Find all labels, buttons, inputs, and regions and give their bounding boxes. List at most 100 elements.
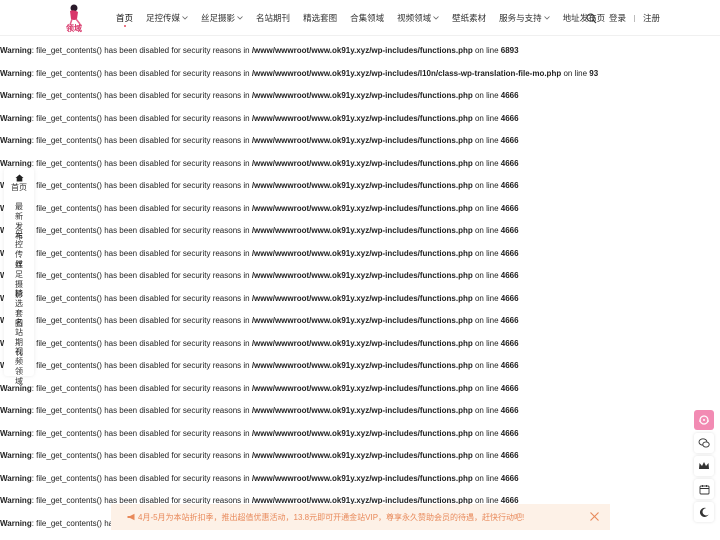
customer-service-button[interactable]: [694, 410, 714, 430]
warning-on-line: on line: [472, 316, 501, 325]
warning-file-path: /www/wwwroot/www.ok91y.xyz/wp-includes/f…: [251, 361, 473, 370]
warning-on-line: on line: [472, 226, 501, 235]
warning-file-path: /www/wwwroot/www.ok91y.xyz/wp-includes/f…: [251, 383, 473, 393]
warning-message: : file_get_contents() has been disabled …: [31, 451, 252, 460]
php-warning-list: Warning: file_get_contents() has been di…: [0, 40, 720, 535]
warning-message: : file_get_contents() has been disabled …: [31, 248, 252, 258]
nav-label: 名站期刊: [256, 13, 291, 23]
chevron-down-icon: [237, 16, 243, 20]
nav-item-collections[interactable]: 合集领域: [350, 12, 384, 24]
nav-item-support[interactable]: 服务与支持: [499, 12, 550, 24]
warning-message: : file_get_contents() has been disabled …: [31, 473, 252, 483]
php-warning-line: Warning: file_get_contents() has been di…: [0, 40, 720, 63]
warning-on-line: on line: [472, 428, 501, 438]
nav-label: 合集领域: [350, 13, 385, 23]
warning-message: : file_get_contents() has been disabled …: [31, 181, 252, 190]
php-warning-line: Warning: file_get_contents() has been di…: [0, 288, 720, 311]
warning-line-number: 4666: [500, 136, 519, 145]
chevron-down-icon: [543, 16, 550, 20]
warning-line-number: 4666: [500, 181, 519, 190]
warning-message: : file_get_contents() has been disabled …: [31, 271, 252, 280]
warning-message: : file_get_contents() has been disabled …: [31, 383, 252, 393]
side-nav-videos[interactable]: 视频领域: [4, 347, 34, 387]
nav-item-home[interactable]: 首页: [116, 12, 134, 27]
warning-line-number: 4666: [500, 203, 519, 213]
warning-line-number: 4666: [500, 293, 519, 303]
warning-on-line: on line: [472, 473, 501, 483]
promo-notice-text: 4月-5月为本站折扣季，推出超值优惠活动，13.8元即可开通金站VIP，尊享永久…: [138, 512, 525, 522]
warning-on-line: on line: [472, 203, 501, 213]
active-indicator: [123, 25, 126, 27]
warning-on-line: on line: [472, 181, 501, 190]
site-logo[interactable]: 领域: [64, 3, 92, 33]
warning-message: : file_get_contents() has been disabled …: [31, 293, 252, 303]
nav-label: 服务与支持: [499, 13, 542, 23]
warning-label: Warning: [0, 46, 32, 55]
warning-label: Warning: [0, 136, 32, 145]
nav-label: 首页: [116, 13, 134, 23]
chevron-down-icon: [182, 16, 188, 20]
dark-mode-icon: [699, 507, 709, 517]
warning-line-number: 93: [589, 68, 599, 78]
warning-line-number: 4666: [500, 473, 519, 483]
warning-line-number: 4666: [500, 406, 519, 415]
nav-label: 精选套图: [303, 13, 338, 23]
warning-message: : file_get_contents() has been disabled …: [31, 91, 252, 100]
warning-label: Warning: [0, 451, 32, 460]
warning-message: : file_get_contents() has been disabled …: [31, 136, 252, 145]
warning-line-number: 4666: [500, 248, 519, 258]
warning-line-number: 4666: [500, 113, 519, 123]
nav-item-sizu-photo[interactable]: 丝足摄影: [201, 12, 243, 24]
warning-line-number: 4666: [500, 91, 519, 100]
warning-label: Warning: [0, 406, 32, 415]
calendar-icon: [699, 484, 709, 494]
wechat-icon: [698, 438, 710, 448]
php-warning-line: Warning: file_get_contents() has been di…: [0, 310, 720, 333]
warning-file-path: /www/wwwroot/www.ok91y.xyz/wp-includes/f…: [251, 181, 473, 190]
php-warning-line: Warning: file_get_contents() has been di…: [0, 423, 720, 446]
register-link[interactable]: 注册: [643, 12, 660, 24]
warning-on-line: on line: [561, 68, 590, 78]
nav-item-wallpapers[interactable]: 壁纸素材: [452, 12, 486, 24]
nav-item-featured-sets[interactable]: 精选套图: [303, 12, 337, 24]
php-warning-line: Warning: file_get_contents() has been di…: [0, 265, 720, 288]
warning-line-number: 4666: [500, 316, 519, 325]
warning-file-path: /www/wwwroot/www.ok91y.xyz/wp-includes/f…: [251, 248, 473, 258]
warning-line-number: 6893: [500, 46, 519, 55]
main-nav: 首页 足控传媒 丝足摄影 名站期刊 精选套图 合集领域 视频领域 壁纸素材 服务…: [116, 0, 618, 36]
nav-item-zukong-media[interactable]: 足控传媒: [146, 12, 188, 24]
php-warning-line: Warning: file_get_contents() has been di…: [0, 378, 720, 401]
nav-item-videos[interactable]: 视频领域: [397, 12, 439, 24]
warning-file-path: /www/wwwroot/www.ok91y.xyz/wp-includes/f…: [251, 451, 473, 460]
dark-mode-toggle[interactable]: [694, 502, 714, 522]
checkin-button[interactable]: [694, 479, 714, 499]
warning-file-path: /www/wwwroot/www.ok91y.xyz/wp-includes/f…: [251, 226, 473, 235]
svg-text:领域: 领域: [66, 23, 82, 33]
php-warning-line: Warning: file_get_contents() has been di…: [0, 63, 720, 86]
search-icon[interactable]: [586, 12, 597, 24]
nav-item-journals[interactable]: 名站期刊: [256, 12, 290, 24]
right-float-toolbar: [694, 410, 716, 525]
warning-on-line: on line: [472, 361, 501, 370]
php-warning-line: Warning: file_get_contents() has been di…: [0, 333, 720, 356]
warning-message: : file_get_contents() has been disabled …: [31, 361, 252, 370]
php-warning-line: Warning: file_get_contents() has been di…: [0, 85, 720, 108]
close-icon[interactable]: [589, 511, 600, 522]
warning-on-line: on line: [472, 158, 501, 168]
login-link[interactable]: 登录: [609, 12, 626, 24]
warning-line-number: 4666: [500, 383, 519, 393]
warning-file-path: /www/wwwroot/www.ok91y.xyz/wp-includes/f…: [251, 271, 473, 280]
warning-message: : file_get_contents() has been disabled …: [31, 406, 252, 415]
vip-button[interactable]: [694, 456, 714, 476]
wechat-button[interactable]: [694, 433, 714, 453]
warning-on-line: on line: [472, 136, 501, 145]
warning-line-number: 4666: [500, 226, 519, 235]
warning-label: Warning: [0, 473, 32, 483]
side-nav-label: 视频领域: [15, 347, 23, 386]
warning-file-path: /www/wwwroot/www.ok91y.xyz/wp-includes/f…: [251, 91, 473, 100]
warning-message: : file_get_contents() has been disabled …: [31, 316, 252, 325]
nav-label: 视频领域: [397, 13, 432, 23]
php-warning-line: Warning: file_get_contents() has been di…: [0, 468, 720, 491]
warning-on-line: on line: [472, 406, 501, 415]
side-nav-home[interactable]: 首页: [4, 174, 34, 193]
